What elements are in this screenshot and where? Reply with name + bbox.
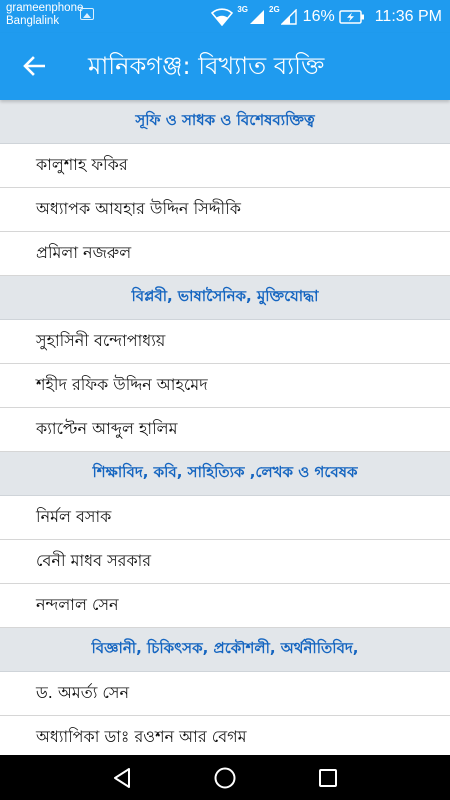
list-item[interactable]: শহীদ রফিক উদ্দিন আহমেদ	[0, 364, 450, 408]
list-item[interactable]: অধ্যাপক আযহার উদ্দিন সিদ্দীকি	[0, 188, 450, 232]
carrier-primary: grameenphone	[6, 2, 84, 14]
wifi-icon	[211, 7, 234, 26]
carrier-info: grameenphone Banglalink	[6, 2, 83, 28]
famous-people-list[interactable]: সূফি ও সাধক ও বিশেষব্যক্তিত্ব কালুশাহ ফক…	[0, 100, 450, 755]
list-item[interactable]: অধ্যাপিকা ডাঃ রওশন আর বেগম	[0, 716, 450, 755]
navigation-bar	[0, 755, 450, 800]
status-icons: 3G 2G 16% 11:36 PM	[211, 0, 442, 33]
list-item[interactable]: কালুশাহ ফকির	[0, 144, 450, 188]
section-header-revolutionaries: বিপ্লবী, ভাষাসৈনিক, মুক্তিযোদ্ধা	[0, 276, 450, 320]
network-type-2: 2G	[269, 5, 280, 14]
signal-icon-2	[280, 8, 297, 25]
nav-recents-button[interactable]	[308, 758, 348, 798]
signal-icon-1	[250, 9, 264, 24]
network-type-1: 3G	[237, 5, 248, 14]
list-item[interactable]: ক্যাপ্টেন আব্দুল হালিম	[0, 408, 450, 452]
image-notification-icon	[80, 8, 94, 20]
battery-percent: 16%	[302, 7, 335, 25]
list-item[interactable]: সুহাসিনী বন্দোপাধ্যয়	[0, 320, 450, 364]
square-recents-icon	[319, 768, 338, 787]
section-header-educators: শিক্ষাবিদ, কবি, সাহিত্যিক ,লেখক ও গবেষক	[0, 452, 450, 496]
circle-home-icon	[214, 767, 236, 788]
triangle-back-icon	[113, 767, 130, 788]
section-header-sufi: সূফি ও সাধক ও বিশেষব্যক্তিত্ব	[0, 100, 450, 144]
clock: 11:36 PM	[374, 7, 442, 25]
list-item[interactable]: বেনী মাধব সরকার	[0, 540, 450, 584]
list-item[interactable]: নির্মল বসাক	[0, 496, 450, 540]
app-bar: মানিকগঞ্জ: বিখ্যাত ব্যক্তি	[0, 33, 450, 100]
arrow-back-icon	[23, 56, 45, 76]
back-button[interactable]	[16, 50, 52, 82]
nav-back-button[interactable]	[102, 758, 142, 798]
list-item[interactable]: প্রমিলা নজরুল	[0, 232, 450, 276]
carrier-secondary: Banglalink	[6, 15, 60, 27]
list-item[interactable]: ড. অমর্ত্য সেন	[0, 672, 450, 716]
nav-home-button[interactable]	[205, 758, 245, 798]
battery-charging-icon	[338, 9, 364, 24]
status-bar: grameenphone Banglalink 3G 2G 16% 11:36 …	[0, 0, 450, 33]
list-item[interactable]: নন্দলাল সেন	[0, 584, 450, 628]
section-header-scientists: বিজ্ঞানী, চিকিৎসক, প্রকৌশলী, অর্থনীতিবিদ…	[0, 628, 450, 672]
page-title: মানিকগঞ্জ: বিখ্যাত ব্যক্তি	[88, 52, 325, 80]
